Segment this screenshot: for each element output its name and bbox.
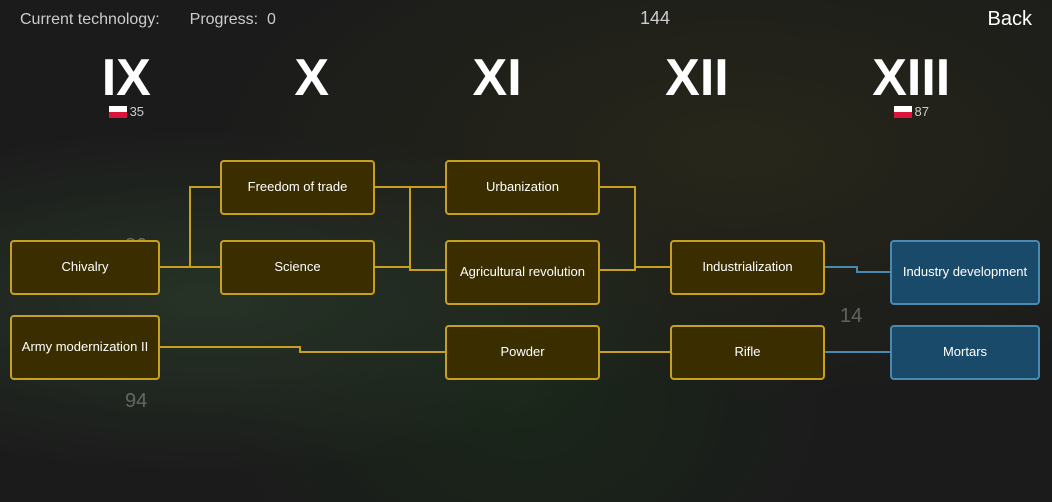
progress-label: Progress: 0 [190, 11, 276, 29]
node-industry-development[interactable]: Industry development [890, 240, 1040, 305]
numeral-col-XI: XI [473, 52, 522, 119]
numeral-col-X: X [294, 52, 329, 119]
top-badge-left-value: 144 [640, 8, 670, 29]
node-freedom-label: Freedom of trade [248, 179, 348, 196]
node-agricultural-revolution[interactable]: Agricultural revolution [445, 240, 600, 305]
node-industrialization[interactable]: Industrialization [670, 240, 825, 295]
numeral-col-IX: IX 35 [102, 52, 151, 119]
badge-IX: 35 [109, 104, 144, 119]
node-chivalry-label: Chivalry [62, 259, 109, 276]
progress-text: Progress: [190, 11, 258, 28]
node-powder-label: Powder [500, 344, 544, 361]
flag-IX [109, 106, 127, 118]
node-mortars-label: Mortars [943, 344, 987, 361]
node-urbanization-label: Urbanization [486, 179, 559, 196]
node-science[interactable]: Science [220, 240, 375, 295]
node-rifle[interactable]: Rifle [670, 325, 825, 380]
tech-tree: Chivalry Freedom of trade Science Army m… [0, 140, 1052, 502]
numeral-IX: IX [102, 52, 151, 104]
node-chivalry[interactable]: Chivalry [10, 240, 160, 295]
top-badge-left: 144 [640, 8, 670, 29]
node-mortars[interactable]: Mortars [890, 325, 1040, 380]
node-science-label: Science [274, 259, 320, 276]
node-army-modernization[interactable]: Army modernization II [10, 315, 160, 380]
numeral-XI: XI [473, 52, 522, 104]
node-industry-dev-label: Industry development [903, 264, 1027, 281]
numeral-X: X [294, 52, 329, 104]
progress-value: 0 [267, 11, 276, 28]
header: Current technology: Progress: 0 Back [0, 0, 1052, 39]
numeral-col-XIII: XIII 87 [872, 52, 950, 119]
node-rifle-label: Rifle [734, 344, 760, 361]
badge-num-IX: 35 [130, 104, 144, 119]
numeral-col-XII: XII [665, 52, 729, 119]
node-ag-rev-label: Agricultural revolution [460, 264, 585, 281]
numeral-XIII: XIII [872, 52, 950, 104]
node-army-mod-label: Army modernization II [22, 339, 148, 356]
current-tech-text: Current technology: [20, 11, 160, 28]
node-freedom-of-trade[interactable]: Freedom of trade [220, 160, 375, 215]
node-industrialization-label: Industrialization [702, 259, 792, 276]
numerals-row: IX 35 X XI XII XIII 87 [0, 52, 1052, 119]
badge-num-XIII: 87 [915, 104, 929, 119]
numeral-XII: XII [665, 52, 729, 104]
node-powder[interactable]: Powder [445, 325, 600, 380]
node-urbanization[interactable]: Urbanization [445, 160, 600, 215]
current-tech-label: Current technology: [20, 11, 160, 29]
back-button[interactable]: Back [988, 8, 1032, 31]
flag-XIII [894, 106, 912, 118]
badge-XIII: 87 [894, 104, 929, 119]
